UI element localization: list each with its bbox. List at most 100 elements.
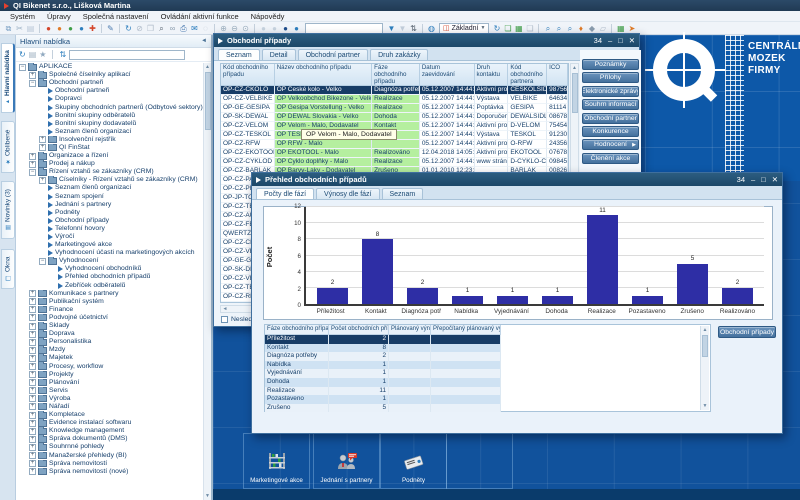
tree-item-projekty[interactable]: +Projekty [16, 371, 205, 379]
bar-pr-i-lez-itost[interactable] [317, 288, 348, 304]
column-header-datum-zaevidova-ni[interactable]: Datum zaevidování [420, 64, 475, 86]
bar-dohoda[interactable] [542, 296, 573, 304]
mail-icon[interactable]: ✉ [189, 23, 200, 34]
nav-forward-icon[interactable]: ● [269, 23, 280, 34]
view-select[interactable]: ◫Základní▼ [439, 23, 489, 34]
scroll-thumb[interactable] [702, 335, 708, 357]
copy-icon[interactable]: ⧉ [3, 23, 14, 34]
expand-icon[interactable]: + [29, 323, 36, 330]
expand-icon[interactable]: + [39, 177, 46, 184]
tree-item-marketingove-akce[interactable]: Marketingové akce [16, 241, 205, 249]
tree-item-podvojne-u-c-etnictvi[interactable]: +Podvojné účetnictví [16, 314, 205, 322]
tree-item-skupiny-obchodni-ch-partneru-odbytove-sektory[interactable]: Skupiny obchodních partnerů (Odbytové se… [16, 103, 205, 111]
column-header-fa-ze-obchodni-ho-pr-i-padu[interactable]: Fáze obchodního případu [372, 64, 420, 86]
link-icon[interactable]: ∞ [167, 23, 178, 34]
refresh-view-icon[interactable]: ↻ [491, 23, 502, 34]
tree-sort-icon[interactable]: ⇅ [59, 50, 66, 60]
expand-icon[interactable]: + [29, 436, 36, 443]
grid-icon[interactable]: ▦ [513, 23, 524, 34]
summary-table-scrollbar[interactable]: ▲ ▼ [700, 326, 709, 410]
tree-item-spolec-ne-c-i-selni-ky-aplikaci[interactable]: +Společné číselníky aplikací [16, 71, 205, 79]
tree-item-vyhodnoceni-u-c-asti-na-marketingovy-ch-akci-ch[interactable]: Vyhodnocení účasti na marketingových akc… [16, 249, 205, 257]
tree-item-knowledge-management[interactable]: +Knowledge management [16, 427, 205, 435]
tree-item-obchodni-partner-i[interactable]: Obchodní partneři [16, 87, 205, 95]
paste-icon[interactable]: ▤ [25, 23, 36, 34]
table-row[interactable]: Dohoda1 [265, 378, 501, 387]
tree-item-na-r-adi[interactable]: +Nářadí [16, 403, 205, 411]
minimize-icon[interactable]: – [608, 36, 612, 46]
expand-icon[interactable]: + [29, 395, 36, 402]
tab-poc-ty-dle-fa-zi[interactable]: Počty dle fází [256, 188, 314, 199]
filter-icon[interactable]: ▼ [386, 23, 397, 34]
tree-item-bonitni-skupiny-dodavatelu[interactable]: Bonitní skupiny dodavatelů [16, 120, 205, 128]
nav-home-icon[interactable]: ● [280, 23, 291, 34]
button-obchodni-partner[interactable]: Obchodní partner [582, 113, 639, 124]
scroll-up-icon[interactable]: ▲ [204, 63, 211, 71]
maximize-icon[interactable]: □ [761, 175, 766, 185]
scroll-left-icon[interactable]: ◄ [221, 306, 229, 312]
remove-icon[interactable]: ⊖ [229, 23, 240, 34]
scroll-thumb[interactable] [572, 73, 578, 113]
shortcut-jedna-ni-s-partnery[interactable]: Jednání s partnery [313, 433, 380, 489]
table-row[interactable]: Diagnóza potřeby2 [265, 352, 501, 361]
menu-item-na-pove-dy[interactable]: Nápovědy [245, 12, 291, 21]
tree-item-servis[interactable]: +Servis [16, 387, 205, 395]
tree-item-prodej-a-na-kup[interactable]: +Prodej a nákup [16, 160, 205, 168]
table-row[interactable]: Zrušeno5 [265, 404, 501, 413]
tab-detail[interactable]: Detail [262, 49, 296, 60]
bar-zrus-eno[interactable] [677, 264, 708, 304]
add-icon[interactable]: ⊕ [218, 23, 229, 34]
table-row[interactable]: OP-CZ-CYKLODOP Cyklo doplňky - MaloReali… [221, 158, 568, 167]
panel-icon[interactable]: ❏ [524, 23, 535, 34]
tree-item-obchodni-pr-i-pady[interactable]: Obchodní případy [16, 217, 205, 225]
button-hodnoceni[interactable]: Hodnocení▶ [582, 139, 639, 150]
tree-item-majetek[interactable]: +Majetek [16, 354, 205, 362]
tree-item-mzdy[interactable]: +Mzdy [16, 346, 205, 354]
tree-item-vyhodnoceni[interactable]: −Vyhodnocení [16, 257, 205, 265]
tree-item-souhrnne-pohledy[interactable]: +Souhrnné pohledy [16, 443, 205, 451]
find-icon[interactable]: ⌕ [156, 23, 167, 34]
maximize-icon[interactable]: □ [618, 36, 623, 46]
close-icon[interactable]: ✕ [629, 36, 635, 46]
tree-item-z-ebr-i-c-ek-odbe-ratelu[interactable]: Žebříček odběratelů [16, 282, 205, 290]
stop-icon[interactable]: ⊘ [134, 23, 145, 34]
tree-item-finance[interactable]: +Finance [16, 306, 205, 314]
expand-icon[interactable]: + [29, 420, 36, 427]
expand-icon[interactable]: + [29, 387, 36, 394]
layout-icon[interactable]: ❏ [502, 23, 513, 34]
collapse-icon[interactable]: − [39, 258, 46, 265]
overview-window-titlebar[interactable]: Přehled obchodních případů 34 – □ ✕ [252, 173, 782, 186]
expand-icon[interactable]: + [29, 314, 36, 321]
column-header-na-zev-obchodni-ho-pr-i-padu[interactable]: Název obchodního případu [275, 64, 372, 86]
close-icon[interactable]: ✕ [772, 175, 778, 185]
tree-item-telefonni-hovory[interactable]: Telefonní hovory [16, 225, 205, 233]
filter-off-icon[interactable]: ▼ [397, 23, 408, 34]
scroll-up-icon[interactable]: ▲ [701, 326, 709, 334]
table-row[interactable]: Příležitost2 [265, 335, 501, 344]
table-row[interactable]: Nabídka1 [265, 361, 501, 370]
bar-realizova-no[interactable] [722, 288, 753, 304]
tree-item-podne-ty[interactable]: Podněty [16, 209, 205, 217]
nav-stop-icon[interactable]: ● [291, 23, 302, 34]
expand-icon[interactable]: + [29, 412, 36, 419]
expand-icon[interactable]: + [29, 72, 36, 79]
button-pr-i-lohy[interactable]: Přílohy [582, 72, 639, 83]
tree-item-evidence-instalaci-softwaru[interactable]: +Evidence instalací softwaru [16, 419, 205, 427]
table-row[interactable]: OP-GE-GESIPAOP Gesipa Vorstellung - Velk… [221, 104, 568, 113]
table-row[interactable]: OP-CZ-VELBIKEOP Velkoobchod Bikezone - V… [221, 95, 568, 104]
expand-icon[interactable]: + [29, 452, 36, 459]
table-row[interactable]: Vyjednávání1 [265, 369, 501, 378]
sidebar-tab-okna[interactable]: ❐Okna [1, 249, 15, 289]
expand-icon[interactable]: + [29, 379, 36, 386]
table-row[interactable]: Kontakt8 [265, 344, 501, 353]
sidebar-tab-obli-bene[interactable]: ★Oblíbené [1, 121, 15, 173]
column-header-druh-kontaktu[interactable]: Druh kontaktu [475, 64, 509, 86]
tree-item-seznam-c-lenu-organizaci[interactable]: Seznam členů organizací [16, 128, 205, 136]
window-icon[interactable]: ❐ [145, 23, 156, 34]
column-header-ic-o[interactable]: IČO [547, 64, 568, 86]
send-icon[interactable]: ➤ [626, 23, 637, 34]
tree-item-kompletace[interactable]: +Kompletace [16, 411, 205, 419]
table-row[interactable]: OP-CZ-CKOLOOP České kolo - VelkoDiagnóza… [221, 86, 568, 95]
sidebar-tab-hlavni-nabi-dka[interactable]: ▸Hlavní nabídka [1, 43, 15, 113]
button-souhrn-informaci[interactable]: Souhrn informací [582, 99, 639, 110]
